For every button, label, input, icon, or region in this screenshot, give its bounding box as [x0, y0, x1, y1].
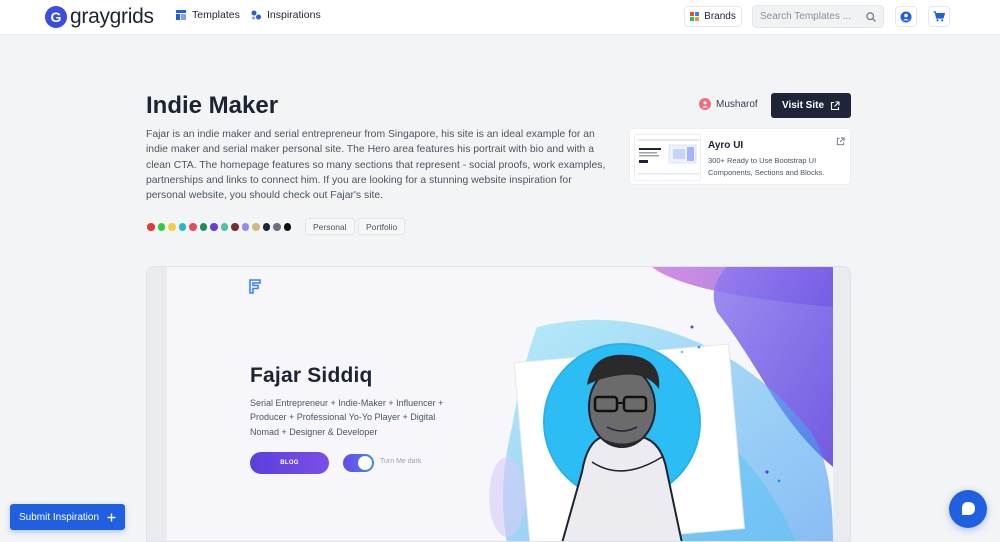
chat-widget-button[interactable] [949, 490, 987, 528]
preview-logo-icon [249, 279, 261, 294]
tag-personal[interactable]: Personal [305, 218, 355, 235]
plus-icon [107, 513, 116, 521]
ad-description: 300+ Ready to Use Bootstrap UI Component… [708, 156, 825, 177]
nav-templates-link[interactable]: Templates [176, 9, 240, 21]
preview-dark-label: Turn Me dark [380, 458, 422, 465]
author-name: Musharof [716, 98, 758, 110]
top-navbar: G graygrids Templates Inspirations Brand… [0, 0, 1000, 35]
author-avatar [699, 98, 711, 110]
search-icon[interactable] [866, 12, 876, 22]
color-swatch [189, 223, 197, 231]
tag-portfolio[interactable]: Portfolio [358, 218, 406, 235]
preview-bio: Serial Entrepreneur + Indie-Maker + Infl… [250, 398, 444, 437]
cart-button[interactable] [928, 6, 950, 27]
account-button[interactable] [895, 6, 917, 27]
submit-inspiration-label: Submit Inspiration [18, 511, 100, 523]
color-swatch [283, 223, 291, 231]
search-input[interactable] [760, 11, 860, 22]
ad-thumbnail [634, 134, 701, 181]
page-title: Indie Maker [146, 92, 279, 119]
visit-site-label: Visit Site [781, 100, 825, 111]
ayro-ui-ad-card[interactable]: Ayro UI 300+ Ready to Use Bootstrap UI C… [629, 128, 851, 185]
ad-title: Ayro UI [708, 140, 744, 151]
visit-site-button[interactable]: Visit Site [771, 93, 851, 118]
brands-label: Brands [704, 11, 736, 22]
color-swatch [241, 223, 249, 231]
templates-icon [176, 10, 186, 20]
grid-icon [690, 12, 700, 21]
color-swatch [252, 223, 260, 231]
avatar-user-icon [702, 101, 708, 108]
color-swatch [157, 223, 165, 231]
color-swatch [273, 223, 281, 231]
user-icon [900, 11, 912, 22]
color-swatch [168, 223, 176, 231]
brands-button[interactable]: Brands [684, 6, 742, 27]
color-swatch [147, 223, 155, 231]
color-swatch [220, 223, 228, 231]
nav-templates-label: Templates [192, 9, 240, 21]
external-link-icon [830, 100, 840, 110]
page-description: Fajar is an indie maker and serial entre… [146, 129, 606, 202]
submit-inspiration-button[interactable]: Submit Inspiration [10, 504, 125, 530]
author[interactable]: Musharof [699, 98, 758, 110]
color-swatch [199, 223, 207, 231]
cart-icon [933, 11, 945, 22]
ad-external-link-icon [836, 137, 845, 146]
chat-icon [962, 502, 975, 515]
color-palette [147, 223, 291, 231]
logo-mark: G [45, 6, 67, 28]
site-preview[interactable]: Fajar Siddiq Serial Entrepreneur + Indie… [167, 267, 833, 541]
graygrids-logo[interactable]: G graygrids [45, 5, 154, 29]
color-swatch [178, 223, 186, 231]
search-box [752, 5, 884, 28]
site-preview-frame: Fajar Siddiq Serial Entrepreneur + Indie… [146, 266, 851, 542]
color-swatch [231, 223, 239, 231]
nav-inspirations-label: Inspirations [267, 9, 321, 21]
preview-blog-button[interactable]: BLOG [250, 452, 329, 474]
nav-inspirations-link[interactable]: Inspirations [251, 9, 321, 21]
inspirations-icon [251, 10, 261, 20]
preview-dark-toggle[interactable] [343, 454, 374, 472]
color-swatch [262, 223, 270, 231]
preview-name: Fajar Siddiq [250, 364, 373, 387]
preview-hero-artwork [489, 267, 833, 541]
color-swatch [210, 223, 218, 231]
logo-text: graygrids [70, 5, 154, 28]
toggle-knob [358, 456, 372, 470]
